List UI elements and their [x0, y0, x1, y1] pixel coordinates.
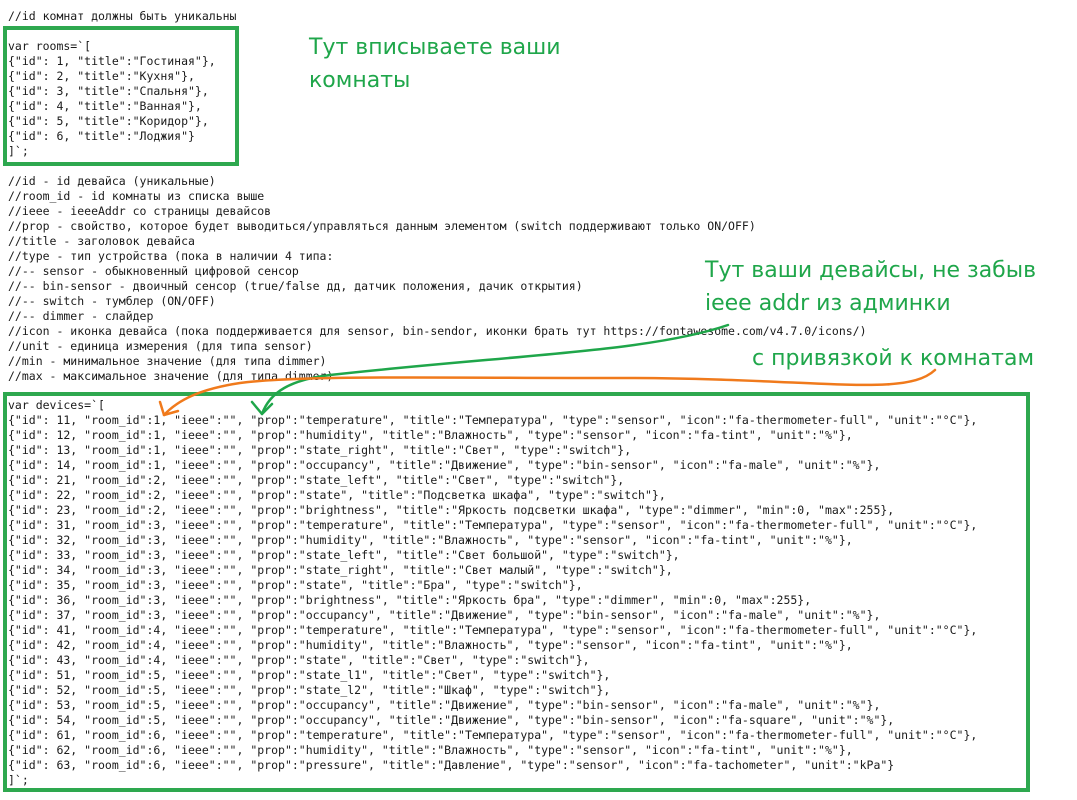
- doc-comment-line: //min - минимальное значение (для типа d…: [8, 354, 327, 368]
- devices-close-line: ]`;: [8, 773, 29, 787]
- device-entry-line: {"id": 31, "room_id":3, "ieee":"", "prop…: [8, 518, 978, 532]
- doc-comment-line: //-- sensor - обыкновенный цифровой сенс…: [8, 264, 299, 278]
- device-entry-line: {"id": 13, "room_id":1, "ieee":"", "prop…: [8, 443, 632, 457]
- doc-comment-line: //max - максимальное значение (для типа …: [8, 369, 334, 383]
- room-entry-line: {"id": 5, "title":"Коридор"},: [8, 114, 209, 128]
- device-entry-line: {"id": 33, "room_id":3, "ieee":"", "prop…: [8, 548, 680, 562]
- device-entry-line: {"id": 52, "room_id":5, "ieee":"", "prop…: [8, 683, 611, 697]
- devices-open-line: var devices=`[: [8, 398, 105, 412]
- devices-note: Тут ваши девайсы, не забыв ieee addr из …: [705, 258, 1037, 316]
- device-entry-line: {"id": 51, "room_id":5, "ieee":"", "prop…: [8, 668, 611, 682]
- device-entry-line: {"id": 14, "room_id":1, "ieee":"", "prop…: [8, 458, 881, 472]
- device-entry-line: {"id": 34, "room_id":3, "ieee":"", "prop…: [8, 563, 673, 577]
- device-entry-line: {"id": 36, "room_id":3, "ieee":"", "prop…: [8, 593, 812, 607]
- device-entry-line: {"id": 21, "room_id":2, "ieee":"", "prop…: [8, 473, 625, 487]
- doc-comment-line: //ieee - ieeeAddr со страницы девайсов: [8, 204, 272, 218]
- room-entry-line: {"id": 6, "title":"Лоджия"}: [8, 129, 195, 143]
- doc-comment-line: //-- bin-sensor - двоичный сенсор (true/…: [8, 279, 583, 293]
- rooms-open-line: var rooms=`[: [8, 39, 92, 53]
- room-entry-line: {"id": 2, "title":"Кухня"},: [8, 69, 195, 83]
- device-entry-line: {"id": 12, "room_id":1, "ieee":"", "prop…: [8, 428, 853, 442]
- room-entry-line: {"id": 1, "title":"Гостиная"},: [8, 54, 216, 68]
- device-entry-line: {"id": 42, "room_id":4, "ieee":"", "prop…: [8, 638, 853, 652]
- doc-comment-line: //type - тип устройства (пока в наличии …: [8, 249, 334, 263]
- device-entry-line: {"id": 53, "room_id":5, "ieee":"", "prop…: [8, 698, 881, 712]
- rooms-close-line: ]`;: [8, 144, 29, 158]
- room-entry-line: {"id": 4, "title":"Ванная"},: [8, 99, 202, 113]
- binding-note: с привязкой к комнатам: [752, 346, 1035, 371]
- device-entry-line: {"id": 32, "room_id":3, "ieee":"", "prop…: [8, 533, 853, 547]
- device-entry-line: {"id": 41, "room_id":4, "ieee":"", "prop…: [8, 623, 978, 637]
- device-entry-line: {"id": 63, "room_id":6, "ieee":"", "prop…: [8, 758, 895, 772]
- device-entry-line: {"id": 54, "room_id":5, "ieee":"", "prop…: [8, 713, 895, 727]
- device-entry-line: {"id": 43, "room_id":4, "ieee":"", "prop…: [8, 653, 590, 667]
- doc-comment-line: //icon - иконка девайса (пока поддержива…: [8, 324, 867, 338]
- doc-comment-line: //room_id - id комнаты из списка выше: [8, 189, 265, 203]
- rooms-note: Тут вписываете ваши комнаты: [309, 35, 561, 93]
- doc-comment-line: //-- dimmer - слайдер: [8, 309, 154, 323]
- doc-comment-line: //id - id девайса (уникальные): [8, 174, 216, 188]
- device-entry-line: {"id": 22, "room_id":2, "ieee":"", "prop…: [8, 488, 666, 502]
- doc-comment-line: //prop - свойство, которое будет выводит…: [8, 219, 756, 233]
- device-entry-line: {"id": 62, "room_id":6, "ieee":"", "prop…: [8, 743, 853, 757]
- doc-comment-line: //-- switch - тумблер (ON/OFF): [8, 294, 216, 308]
- device-entry-line: {"id": 23, "room_id":2, "ieee":"", "prop…: [8, 503, 895, 517]
- device-entry-line: {"id": 37, "room_id":3, "ieee":"", "prop…: [8, 608, 881, 622]
- device-entry-line: {"id": 11, "room_id":1, "ieee":"", "prop…: [8, 413, 978, 427]
- device-entry-line: {"id": 35, "room_id":3, "ieee":"", "prop…: [8, 578, 583, 592]
- room-entry-line: {"id": 3, "title":"Спальня"},: [8, 84, 209, 98]
- header-comment: //id комнат должны быть уникальны: [8, 9, 237, 23]
- device-entry-line: {"id": 61, "room_id":6, "ieee":"", "prop…: [8, 728, 978, 742]
- doc-comment-line: //title - заголовок девайса: [8, 234, 195, 248]
- doc-comment-line: //unit - единица измерения (для типа sen…: [8, 339, 313, 353]
